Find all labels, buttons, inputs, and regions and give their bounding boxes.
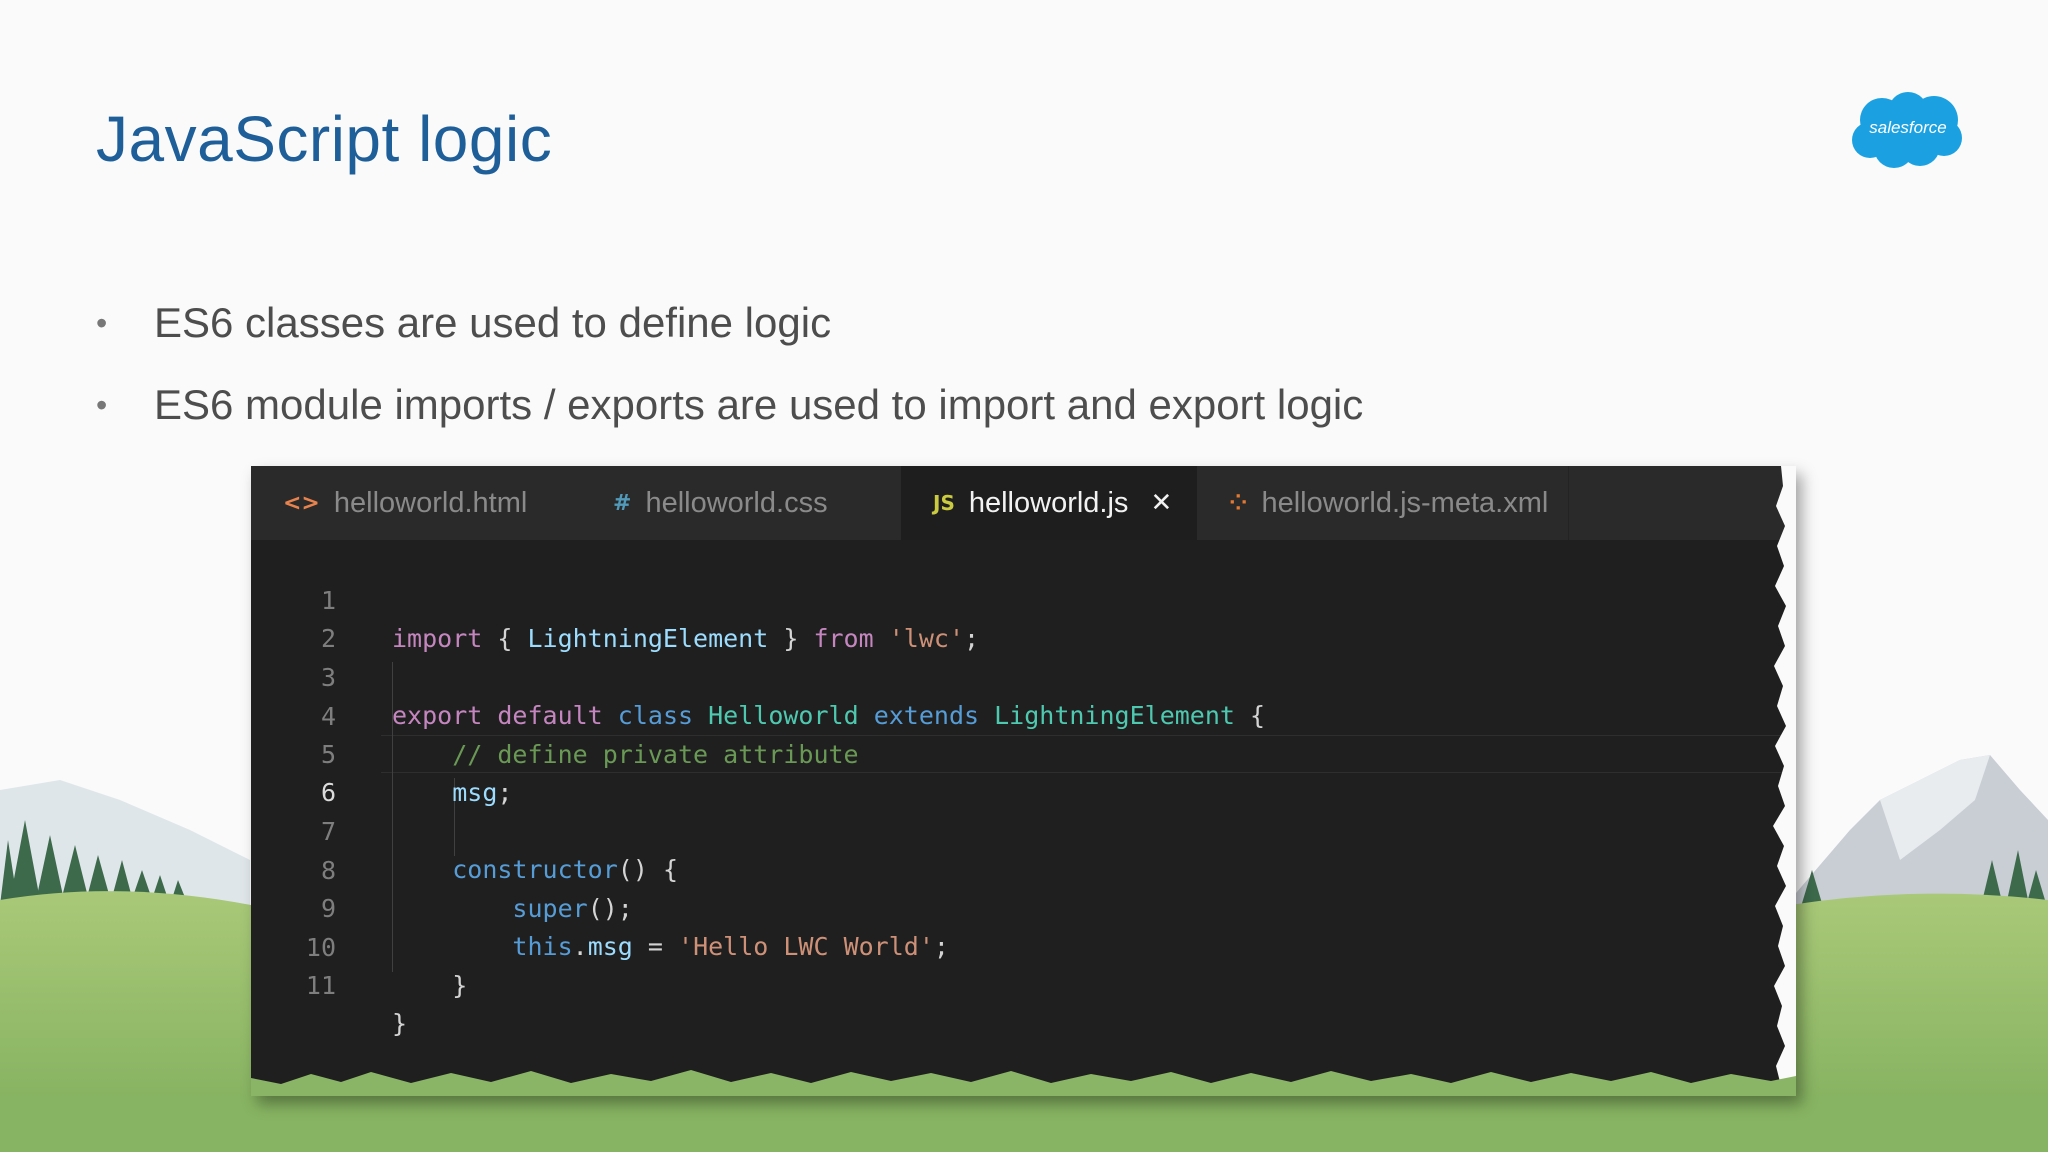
bullet-item: • ES6 classes are used to define logic — [96, 292, 1363, 374]
logo-text: salesforce — [1869, 118, 1947, 137]
bullet-dot: • — [96, 305, 108, 341]
bullet-item: • ES6 module imports / exports are used t… — [96, 374, 1363, 456]
slide-title: JavaScript logic — [96, 103, 553, 175]
bullet-text: ES6 classes are used to define logic — [154, 299, 832, 346]
bullet-list: • ES6 classes are used to define logic • E… — [96, 292, 1363, 456]
bullet-text: ES6 module imports / exports are used to… — [154, 381, 1364, 428]
torn-edge — [251, 466, 1796, 1096]
bullet-dot: • — [96, 387, 108, 423]
salesforce-logo: salesforce — [1848, 90, 1968, 174]
code-editor-screenshot: <> helloworld.html # helloworld.css JS h… — [251, 466, 1796, 1096]
